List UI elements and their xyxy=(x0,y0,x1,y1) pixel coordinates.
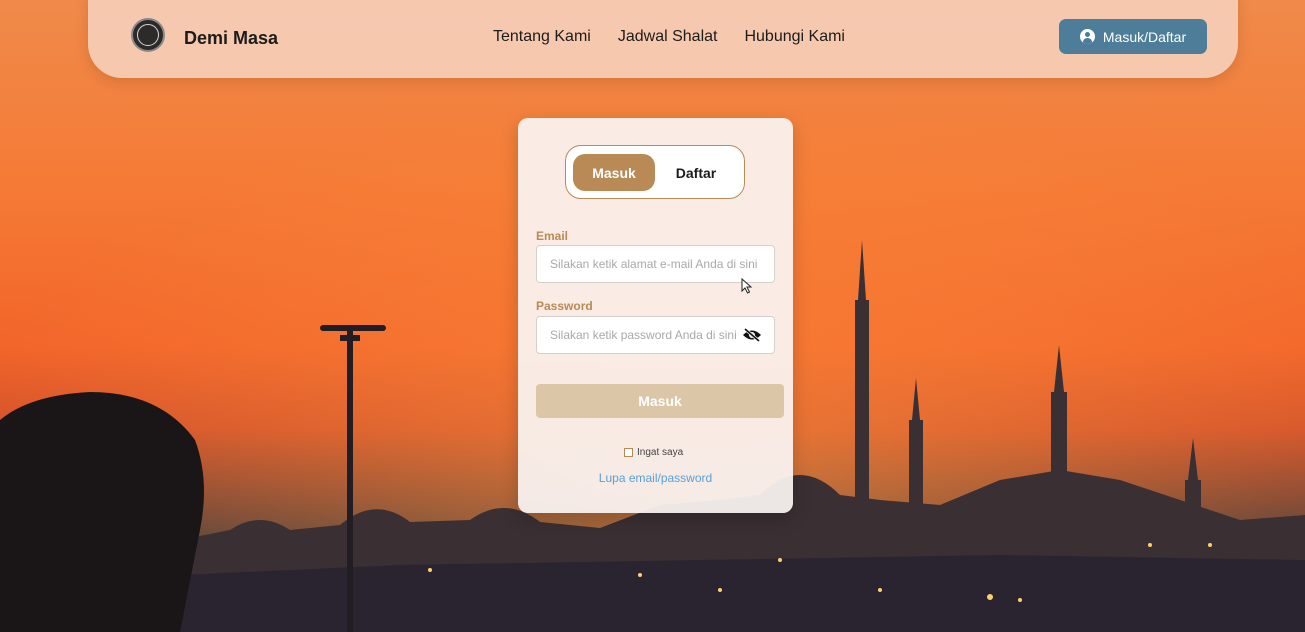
tab-daftar[interactable]: Daftar xyxy=(655,154,737,191)
nav-link-hubungi-kami[interactable]: Hubungi Kami xyxy=(744,28,845,46)
login-card: Masuk Daftar Email Password Masuk Ingat … xyxy=(518,118,793,513)
brand-name[interactable]: Demi Masa xyxy=(184,28,278,49)
nav-link-jadwal-shalat[interactable]: Jadwal Shalat xyxy=(618,28,718,46)
tab-masuk[interactable]: Masuk xyxy=(573,154,655,191)
eye-slash-icon[interactable] xyxy=(742,328,762,342)
auth-tab-switch: Masuk Daftar xyxy=(565,145,745,199)
user-circle-icon xyxy=(1079,29,1095,44)
remember-checkbox[interactable] xyxy=(624,448,633,457)
top-navbar: Demi Masa Tentang Kami Jadwal Shalat Hub… xyxy=(88,0,1238,78)
password-label: Password xyxy=(536,299,593,313)
email-label: Email xyxy=(536,229,569,243)
remember-label[interactable]: Ingat saya xyxy=(637,447,683,458)
remember-me: Ingat saya xyxy=(624,447,683,458)
mouse-cursor-icon xyxy=(741,278,753,294)
password-input[interactable] xyxy=(536,316,775,354)
nav-links: Tentang Kami Jadwal Shalat Hubungi Kami xyxy=(493,28,845,46)
masuk-daftar-label: Masuk/Daftar xyxy=(1102,28,1187,45)
emblem-logo-icon[interactable] xyxy=(131,18,165,52)
masuk-submit-button[interactable]: Masuk xyxy=(536,384,784,418)
nav-link-tentang-kami[interactable]: Tentang Kami xyxy=(493,28,591,46)
email-input[interactable] xyxy=(536,245,775,283)
forgot-password-link[interactable]: Lupa email/password xyxy=(518,471,793,485)
masuk-daftar-button[interactable]: Masuk/Daftar xyxy=(1059,19,1207,54)
